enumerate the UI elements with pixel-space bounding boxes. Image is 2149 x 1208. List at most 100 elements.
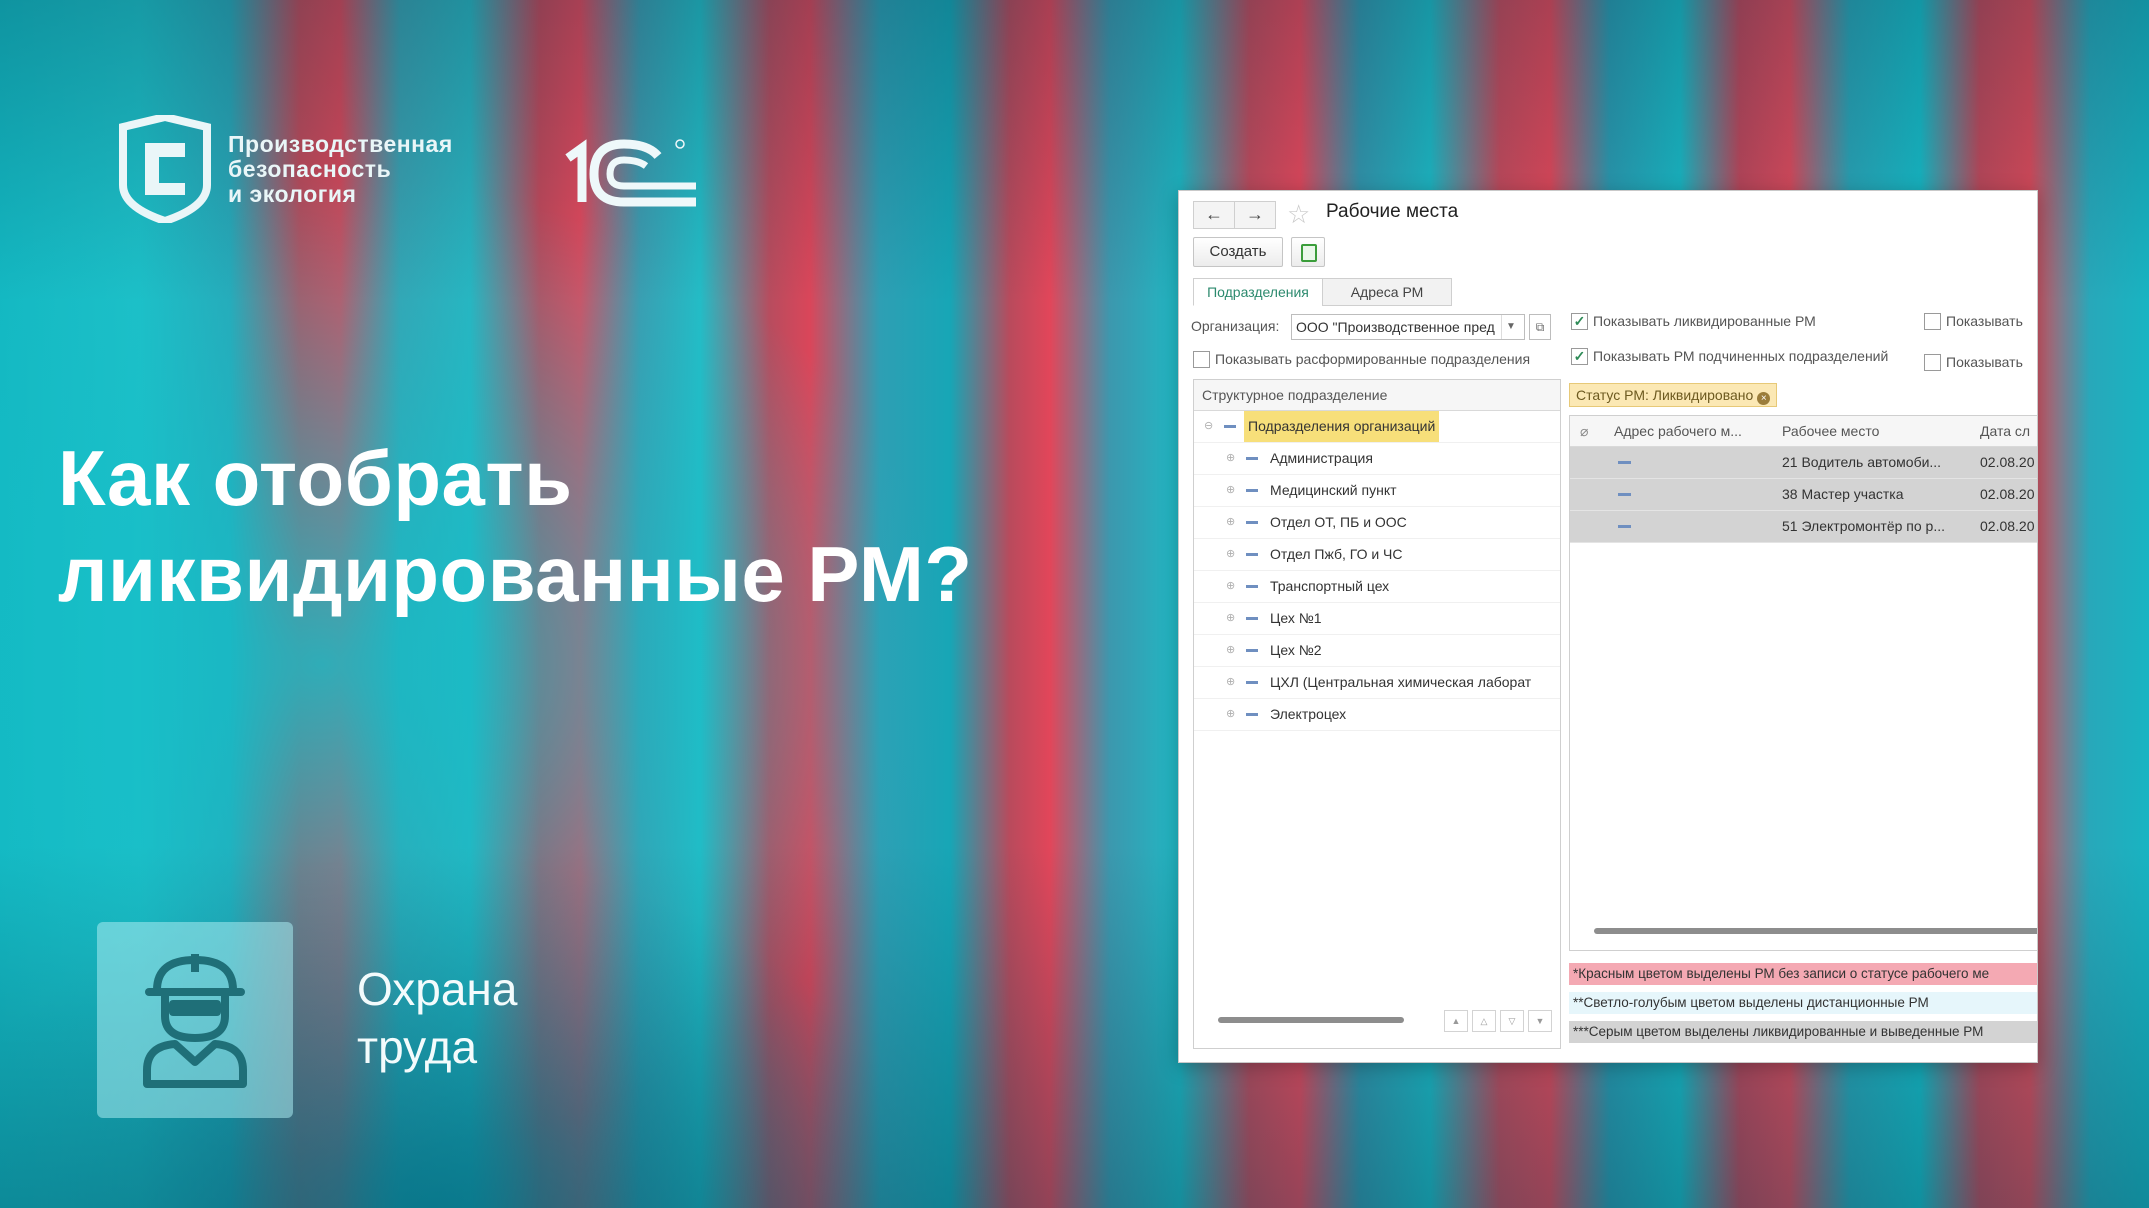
- workplaces-table: ⌀ Адрес рабочего м... Рабочее место Дата…: [1569, 415, 2037, 951]
- brand-name: Производственная безопасность и экология: [228, 132, 453, 207]
- folder-icon: [1246, 617, 1258, 620]
- column-header-address[interactable]: Адрес рабочего м...: [1614, 416, 1742, 446]
- expand-icon[interactable]: ⊕: [1226, 635, 1235, 666]
- 1c-logo-icon: [565, 139, 696, 207]
- category-badge: [97, 922, 293, 1118]
- brand-line-1: Производственная: [228, 131, 453, 157]
- show-liquidated-checkbox[interactable]: ✓: [1571, 313, 1588, 330]
- table-horizontal-scrollbar[interactable]: [1594, 928, 2037, 934]
- status-filter-label: Статус РМ: Ликвидировано: [1576, 387, 1754, 403]
- show-liquidated-label: Показывать ликвидированные РМ: [1593, 313, 1816, 329]
- cell-date: 02.08.20: [1980, 518, 2035, 534]
- category-label: Охрана труда: [357, 960, 517, 1076]
- attachment-icon[interactable]: ⌀: [1580, 416, 1588, 446]
- tree-item-label: Транспортный цех: [1270, 578, 1390, 594]
- tree-item[interactable]: ⊕ Транспортный цех: [1194, 571, 1560, 603]
- open-icon[interactable]: ⧉: [1529, 314, 1551, 340]
- shield-logo-icon: [119, 115, 211, 223]
- row-marker-icon: [1618, 525, 1631, 528]
- expand-icon[interactable]: ⊕: [1226, 507, 1235, 538]
- brand-line-3: и экология: [228, 181, 357, 207]
- move-up-icon[interactable]: △: [1472, 1010, 1496, 1032]
- category-label-line-1: Охрана: [357, 963, 518, 1015]
- expand-icon[interactable]: ⊕: [1226, 539, 1235, 570]
- tree-horizontal-scrollbar[interactable]: [1218, 1017, 1404, 1023]
- tree-header: Структурное подразделение: [1194, 380, 1560, 411]
- org-field[interactable]: ООО "Производственное пред: [1291, 314, 1525, 340]
- tree-item[interactable]: ⊕ Цех №2: [1194, 635, 1560, 667]
- folder-icon: [1224, 425, 1236, 428]
- show-other-checkbox-2[interactable]: [1924, 354, 1941, 371]
- tree-item-label: Администрация: [1270, 450, 1373, 466]
- tab-workplace-addresses[interactable]: Адреса РМ: [1322, 278, 1452, 306]
- tree-root-item[interactable]: ⊖ Подразделения организаций: [1194, 411, 1560, 443]
- expand-icon[interactable]: ⊕: [1226, 603, 1235, 634]
- row-marker-icon: [1618, 493, 1631, 496]
- status-filter-badge[interactable]: Статус РМ: Ликвидировано ×: [1569, 383, 1778, 407]
- cell-workplace: 51 Электромонтёр по р...: [1782, 518, 1946, 534]
- show-subordinate-checkbox[interactable]: ✓: [1571, 348, 1588, 365]
- favorite-star-icon[interactable]: ☆: [1287, 199, 1310, 229]
- cell-date: 02.08.20: [1980, 486, 2035, 502]
- table-header: ⌀ Адрес рабочего м... Рабочее место Дата…: [1570, 416, 2037, 447]
- chevron-down-icon[interactable]: ▼: [1501, 315, 1520, 339]
- folder-icon: [1246, 521, 1258, 524]
- move-first-icon[interactable]: ▲: [1444, 1010, 1468, 1032]
- expand-icon[interactable]: ⊕: [1226, 571, 1235, 602]
- tree-item[interactable]: ⊕ Администрация: [1194, 443, 1560, 475]
- cell-workplace: 21 Водитель автомоби...: [1782, 454, 1942, 470]
- create-button[interactable]: Создать: [1193, 237, 1283, 267]
- legend-red: *Красным цветом выделены РМ без записи о…: [1569, 963, 2037, 985]
- refresh-button[interactable]: [1291, 237, 1325, 267]
- tree-item[interactable]: ⊕ Отдел Пжб, ГО и ЧС: [1194, 539, 1560, 571]
- folder-icon: [1246, 713, 1258, 716]
- tree-item-label: Медицинский пункт: [1270, 482, 1397, 498]
- folder-icon: [1246, 489, 1258, 492]
- table-row[interactable]: 21 Водитель автомоби... 02.08.20: [1570, 447, 2037, 479]
- show-subordinate-label: Показывать РМ подчиненных подразделений: [1593, 348, 1889, 364]
- table-row[interactable]: 51 Электромонтёр по р... 02.08.20: [1570, 511, 2037, 543]
- folder-icon: [1246, 681, 1258, 684]
- tree-item-label: Отдел ОТ, ПБ и ООС: [1270, 514, 1407, 530]
- clear-filter-icon[interactable]: ×: [1757, 392, 1771, 405]
- show-other-label-1: Показывать: [1946, 313, 2023, 329]
- headline-line-1: Как отобрать: [58, 434, 573, 522]
- column-header-workplace[interactable]: Рабочее место: [1782, 416, 1879, 446]
- folder-icon: [1246, 585, 1258, 588]
- move-down-icon[interactable]: ▽: [1500, 1010, 1524, 1032]
- forward-button[interactable]: →: [1234, 201, 1276, 229]
- show-other-checkbox-1[interactable]: [1924, 313, 1941, 330]
- window-title: Рабочие места: [1326, 201, 1459, 222]
- collapse-icon[interactable]: ⊖: [1204, 411, 1213, 442]
- tree-item-label: Электроцех: [1270, 706, 1347, 722]
- tree-item[interactable]: ⊕ Медицинский пункт: [1194, 475, 1560, 507]
- move-last-icon[interactable]: ▼: [1528, 1010, 1552, 1032]
- folder-icon: [1246, 553, 1258, 556]
- expand-icon[interactable]: ⊕: [1226, 475, 1235, 506]
- show-other-label-2: Показывать: [1946, 354, 2023, 370]
- expand-icon[interactable]: ⊕: [1226, 443, 1235, 474]
- tree-item-label: ЦХЛ (Центральная химическая лаборат: [1270, 674, 1532, 690]
- headline-line-2: ликвидированные РМ?: [58, 530, 973, 618]
- headline: Как отобрать ликвидированные РМ?: [58, 430, 973, 622]
- org-label: Организация:: [1191, 318, 1280, 334]
- legend-light-blue: **Светло-голубым цветом выделены дистанц…: [1569, 992, 2037, 1014]
- back-button[interactable]: ←: [1193, 201, 1235, 229]
- folder-icon: [1246, 457, 1258, 460]
- tree-item[interactable]: ⊕ Цех №1: [1194, 603, 1560, 635]
- show-disbanded-checkbox[interactable]: [1193, 351, 1210, 368]
- tree-item-label: Отдел Пжб, ГО и ЧС: [1270, 546, 1403, 562]
- tree-item[interactable]: ⊕ Отдел ОТ, ПБ и ООС: [1194, 507, 1560, 539]
- tree-item-label: Цех №1: [1270, 610, 1322, 626]
- tab-departments[interactable]: Подразделения: [1193, 278, 1323, 306]
- column-header-date[interactable]: Дата сл: [1980, 416, 2030, 446]
- tree-item[interactable]: ⊕ ЦХЛ (Центральная химическая лаборат: [1194, 667, 1560, 699]
- show-disbanded-label: Показывать расформированные подразделени…: [1215, 351, 1531, 367]
- tree-item[interactable]: ⊕ Электроцех: [1194, 699, 1560, 731]
- expand-icon[interactable]: ⊕: [1226, 667, 1235, 698]
- cell-workplace: 38 Мастер участка: [1782, 486, 1904, 502]
- table-row[interactable]: 38 Мастер участка 02.08.20: [1570, 479, 2037, 511]
- worker-helmet-icon: [143, 954, 247, 1088]
- expand-icon[interactable]: ⊕: [1226, 699, 1235, 730]
- refresh-icon: [1301, 244, 1317, 262]
